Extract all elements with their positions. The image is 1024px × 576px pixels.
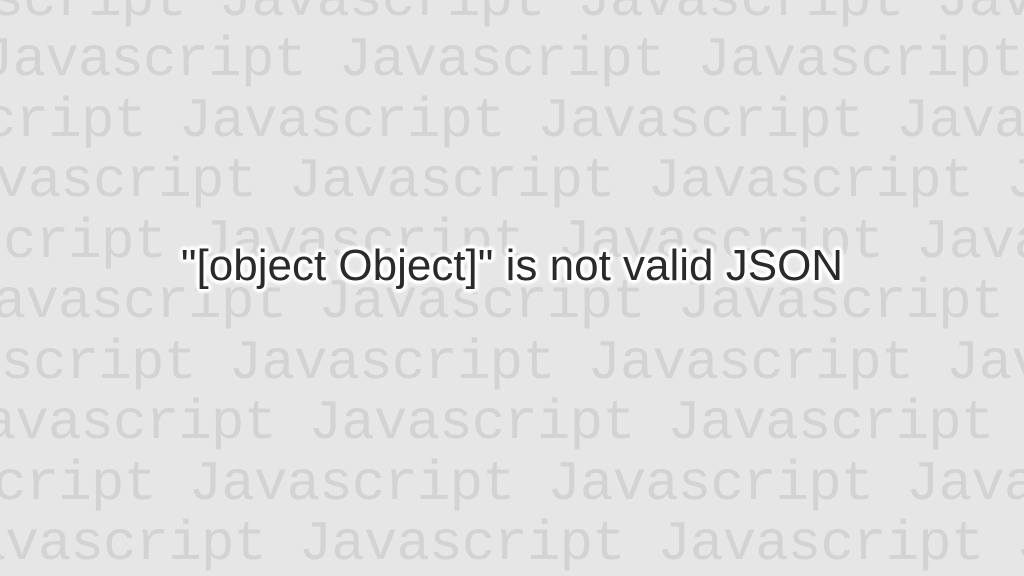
error-message-title: "[object Object]" is not valid JSON xyxy=(181,241,843,291)
main-text-container: "[object Object]" is not valid JSON xyxy=(0,0,1024,532)
